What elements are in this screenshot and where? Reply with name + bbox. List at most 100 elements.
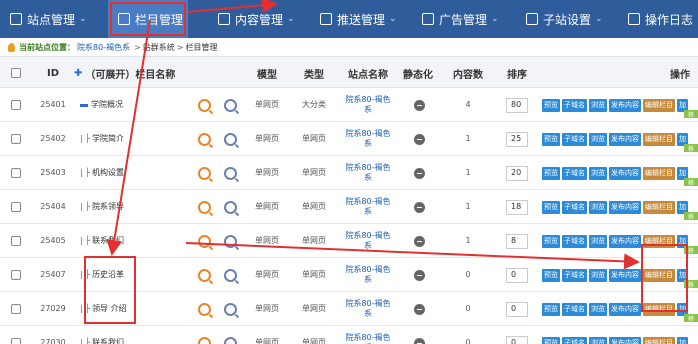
row-checkbox[interactable]: [11, 168, 21, 178]
row-name-cell[interactable]: | ├ 联系我们: [80, 326, 190, 344]
browse-button[interactable]: 浏览: [589, 268, 607, 282]
publish-content-button[interactable]: 发布内容: [609, 234, 641, 248]
header-name[interactable]: ✚ （可展开）栏目名称: [74, 57, 184, 89]
search-icon[interactable]: [197, 132, 211, 146]
subdomain-button[interactable]: 子域名: [562, 132, 587, 146]
edit-column-button[interactable]: 编辑栏目: [643, 200, 675, 214]
row-site[interactable]: 院系80-褐色系: [342, 190, 394, 224]
row-site[interactable]: 院系80-褐色系: [342, 326, 394, 344]
row-static-status[interactable]: [412, 88, 426, 122]
collapse-icon[interactable]: [80, 103, 88, 107]
preview-button[interactable]: 预览: [542, 132, 560, 146]
row-name-cell[interactable]: | ├ 院系领导: [80, 190, 190, 224]
row-order-cell[interactable]: 25: [504, 122, 530, 156]
nav-operation-log[interactable]: 操作日志: [628, 0, 693, 38]
nav-content-management[interactable]: 内容管理 ⌄: [218, 0, 295, 38]
search-icon[interactable]: [197, 166, 211, 180]
select-all-checkbox-cell[interactable]: [8, 57, 24, 89]
browse-button[interactable]: 浏览: [589, 336, 607, 344]
subdomain-button[interactable]: 子域名: [562, 200, 587, 214]
row-checkbox-cell[interactable]: [8, 292, 24, 326]
preview-button[interactable]: 预览: [542, 200, 560, 214]
preview-button[interactable]: 预览: [542, 336, 560, 344]
row-search-tool[interactable]: [196, 88, 212, 122]
move-button[interactable]: 移: [684, 314, 698, 323]
browse-button[interactable]: 浏览: [589, 132, 607, 146]
publish-content-button[interactable]: 发布内容: [609, 200, 641, 214]
row-order-cell[interactable]: 0: [504, 258, 530, 292]
static-status-icon[interactable]: [413, 167, 425, 179]
edit-column-button[interactable]: 编辑栏目: [643, 268, 675, 282]
row-view-tool[interactable]: [222, 258, 238, 292]
magnifier-icon[interactable]: [223, 268, 237, 282]
order-input[interactable]: 0: [506, 267, 528, 283]
row-name-cell[interactable]: | ├ 学院简介: [80, 122, 190, 156]
row-static-status[interactable]: [412, 224, 426, 258]
static-status-icon[interactable]: [413, 99, 425, 111]
subdomain-button[interactable]: 子域名: [562, 98, 587, 112]
row-checkbox-cell[interactable]: [8, 88, 24, 122]
subdomain-button[interactable]: 子域名: [562, 302, 587, 316]
row-view-tool[interactable]: [222, 190, 238, 224]
edit-column-button[interactable]: 编辑栏目: [643, 98, 675, 112]
row-static-status[interactable]: [412, 156, 426, 190]
nav-site-management[interactable]: 站点管理 ⌄: [10, 0, 87, 38]
move-button[interactable]: 移: [684, 212, 698, 221]
row-site[interactable]: 院系80-褐色系: [342, 88, 394, 122]
breadcrumb-site-link[interactable]: 院系80-褐色系: [77, 42, 130, 53]
row-checkbox[interactable]: [11, 270, 21, 280]
row-name-cell[interactable]: 学院概况: [80, 88, 190, 122]
static-status-icon[interactable]: [413, 303, 425, 315]
order-input[interactable]: 18: [506, 199, 528, 215]
preview-button[interactable]: 预览: [542, 234, 560, 248]
static-status-icon[interactable]: [413, 235, 425, 247]
move-button[interactable]: 移: [684, 110, 698, 119]
row-view-tool[interactable]: [222, 326, 238, 344]
edit-column-button[interactable]: 编辑栏目: [643, 302, 675, 316]
nav-column-management[interactable]: 栏目管理: [108, 0, 188, 38]
row-order-cell[interactable]: 80: [504, 88, 530, 122]
row-static-status[interactable]: [412, 258, 426, 292]
row-view-tool[interactable]: [222, 88, 238, 122]
static-status-icon[interactable]: [413, 337, 425, 344]
breadcrumb-system[interactable]: 站群系统: [143, 42, 175, 53]
search-icon[interactable]: [197, 234, 211, 248]
magnifier-icon[interactable]: [223, 132, 237, 146]
publish-content-button[interactable]: 发布内容: [609, 132, 641, 146]
browse-button[interactable]: 浏览: [589, 200, 607, 214]
browse-button[interactable]: 浏览: [589, 98, 607, 112]
magnifier-icon[interactable]: [223, 166, 237, 180]
nav-substation-settings[interactable]: 子站设置 ⌄: [526, 0, 603, 38]
move-button[interactable]: 移: [684, 280, 698, 289]
row-name-cell[interactable]: | ├ 领导 介绍: [80, 292, 190, 326]
row-static-status[interactable]: [412, 190, 426, 224]
move-button[interactable]: 移: [684, 178, 698, 187]
publish-content-button[interactable]: 发布内容: [609, 268, 641, 282]
row-view-tool[interactable]: [222, 156, 238, 190]
row-order-cell[interactable]: 18: [504, 190, 530, 224]
edit-column-button[interactable]: 编辑栏目: [643, 132, 675, 146]
subdomain-button[interactable]: 子域名: [562, 336, 587, 344]
row-search-tool[interactable]: [196, 258, 212, 292]
row-checkbox[interactable]: [11, 134, 21, 144]
magnifier-icon[interactable]: [223, 336, 237, 344]
row-search-tool[interactable]: [196, 224, 212, 258]
order-input[interactable]: 80: [506, 97, 528, 113]
row-site[interactable]: 院系80-褐色系: [342, 258, 394, 292]
subdomain-button[interactable]: 子域名: [562, 166, 587, 180]
edit-column-button[interactable]: 编辑栏目: [643, 336, 675, 344]
row-checkbox[interactable]: [11, 202, 21, 212]
row-site[interactable]: 院系80-褐色系: [342, 224, 394, 258]
row-checkbox[interactable]: [11, 338, 21, 344]
row-name-cell[interactable]: | ├ 联系我们: [80, 224, 190, 258]
order-input[interactable]: 0: [506, 301, 528, 317]
browse-button[interactable]: 浏览: [589, 166, 607, 180]
row-search-tool[interactable]: [196, 190, 212, 224]
row-checkbox-cell[interactable]: [8, 326, 24, 344]
row-name-cell[interactable]: | ├ 历史沿革: [80, 258, 190, 292]
row-view-tool[interactable]: [222, 224, 238, 258]
row-static-status[interactable]: [412, 326, 426, 344]
preview-button[interactable]: 预览: [542, 166, 560, 180]
search-icon[interactable]: [197, 302, 211, 316]
edit-column-button[interactable]: 编辑栏目: [643, 234, 675, 248]
